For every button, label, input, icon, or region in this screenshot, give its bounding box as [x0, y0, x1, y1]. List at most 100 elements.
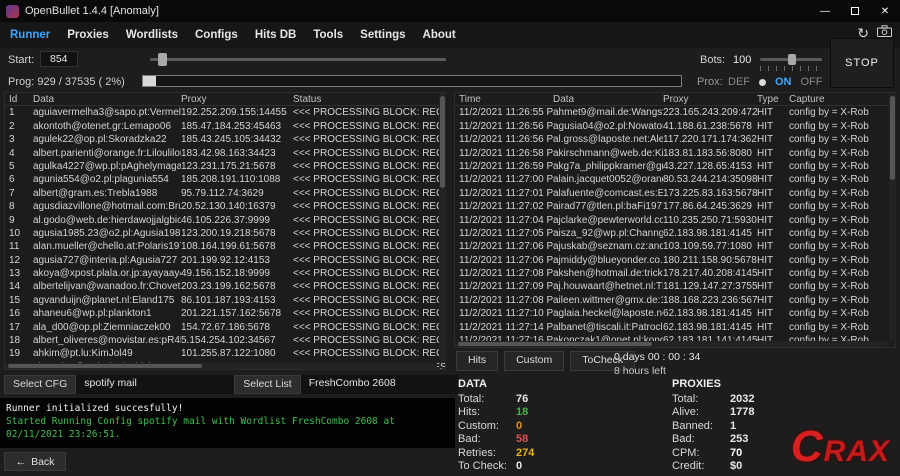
- table-row[interactable]: 5agulka4227@wp.pl:pAghelymaga4227123.231…: [5, 160, 445, 173]
- table-row[interactable]: 11/2/2021 11:27:02 PMairad77@tlen.pl:baF…: [455, 200, 895, 213]
- menu-item-configs[interactable]: Configs: [195, 29, 238, 41]
- table-row[interactable]: 2akontoth@otenet.gr:Lemapo06185.47.184.2…: [5, 120, 445, 133]
- table-row[interactable]: 11/2/2021 11:27:08 PMakshen@hotmail.de:t…: [455, 267, 895, 280]
- back-button-label: Back: [31, 456, 54, 468]
- select-config-button[interactable]: Select CFG: [4, 375, 76, 394]
- table-row[interactable]: 10agusia1985.23@o2.pl:Agusia1985123.200.…: [5, 227, 445, 240]
- table-row[interactable]: 3agulek22@op.pl:Skoradzka22185.43.245.10…: [5, 133, 445, 146]
- left-table-scroll-thumb[interactable]: [440, 96, 445, 188]
- start-value-field[interactable]: 854: [40, 51, 78, 67]
- table-row[interactable]: 18albert_oliveres@movistar.es:pR4MIt5.15…: [5, 334, 445, 347]
- runner-bots-table: IdDataProxyStatus1aguiavermelha3@sapo.pt…: [4, 92, 446, 370]
- select-wordlist-button[interactable]: Select List: [234, 375, 300, 394]
- table-row[interactable]: 16ahaneu6@wp.pl:plankton1201.221.157.162…: [5, 307, 445, 320]
- progress-bar: [142, 75, 682, 87]
- maximize-icon[interactable]: [840, 0, 870, 22]
- table-row[interactable]: 15agvanduijn@planet.nl:Eland17586.101.18…: [5, 294, 445, 307]
- table-row[interactable]: 11/2/2021 11:26:56 PMal.gross@laposte.ne…: [455, 133, 895, 146]
- left-table-vertical-scrollbar[interactable]: [439, 93, 446, 363]
- elapsed-timer: 0 days 00 : 00 : 34: [614, 351, 700, 363]
- stop-button[interactable]: STOP: [830, 38, 894, 88]
- table-row[interactable]: 9al.godo@web.de:hierdawojjalgbio46.105.2…: [5, 214, 445, 227]
- table-row[interactable]: 11/2/2021 11:27:09 PMaj.houwaart@hetnet.…: [455, 280, 895, 293]
- menu-item-hits-db[interactable]: Hits DB: [255, 29, 297, 41]
- custom-button[interactable]: Custom: [504, 351, 564, 371]
- table-row[interactable]: 11alan.mueller@chello.at:Polaris1976108.…: [5, 240, 445, 253]
- log-line: Runner initialized succesfully!: [6, 402, 449, 415]
- hits-table-horizontal-scrollbar[interactable]: [455, 341, 887, 347]
- menu-item-about[interactable]: About: [423, 29, 456, 41]
- table-header: TimeDataProxyTypeCapture: [455, 93, 895, 106]
- menu-item-wordlists[interactable]: Wordlists: [126, 29, 178, 41]
- table-row[interactable]: 11/2/2021 11:27:06 PMajuskab@seznam.cz:a…: [455, 240, 895, 253]
- hits-table-hscroll-thumb[interactable]: [458, 342, 652, 346]
- crax-watermark: CRAX: [791, 422, 890, 472]
- start-label: Start:: [8, 54, 34, 66]
- stat-alive: Alive:1778: [672, 406, 754, 420]
- menu-item-tools[interactable]: Tools: [313, 29, 343, 41]
- menu-item-settings[interactable]: Settings: [360, 29, 405, 41]
- hits-button[interactable]: Hits: [456, 351, 498, 371]
- table-row[interactable]: 1aguiavermelha3@sapo.pt:Vermelha...192.2…: [5, 106, 445, 119]
- stat-bad: Bad:58: [458, 433, 534, 447]
- left-table-horizontal-scrollbar[interactable]: [5, 363, 437, 369]
- selected-config-value[interactable]: spotify mail: [76, 375, 234, 394]
- hits-table: TimeDataProxyTypeCapture11/2/2021 11:26:…: [454, 92, 896, 348]
- table-row[interactable]: 12agusia727@interia.pl:Agusia727201.199.…: [5, 254, 445, 267]
- hits-table-vertical-scrollbar[interactable]: [889, 93, 896, 341]
- proxy-mode-def[interactable]: DEF: [728, 76, 750, 88]
- runner-log: Runner initialized succesfully!Started R…: [0, 398, 455, 448]
- menu-bar: Runner Proxies Wordlists Configs Hits DB Tool…: [0, 22, 900, 48]
- log-line: Started Running Config spotify mail with…: [6, 415, 449, 441]
- table-row[interactable]: 11/2/2021 11:26:59 PMakg7a_philippkramer…: [455, 160, 895, 173]
- table-row[interactable]: 6agunia554@o2.pl:plagunia554185.208.191.…: [5, 173, 445, 186]
- proxy-mode-on[interactable]: ON: [775, 76, 792, 88]
- stat-cpm: CPM:70: [672, 447, 754, 461]
- eta-label: 8 hours left: [614, 365, 666, 377]
- hits-table-scroll-thumb[interactable]: [890, 96, 895, 180]
- stat-hits: Hits:18: [458, 406, 534, 420]
- start-slider-thumb[interactable]: [158, 53, 167, 66]
- close-icon[interactable]: ✕: [870, 0, 900, 22]
- back-button[interactable]: ← Back: [4, 452, 66, 471]
- table-row[interactable]: 13akoya@xpost.plala.or.jp:ayayaay449.156…: [5, 267, 445, 280]
- table-row[interactable]: 19ahkim@pt.lu:KimJol49101.255.87.122:108…: [5, 347, 445, 360]
- table-row[interactable]: 4albert.parienti@orange.fr:Liloulilou118…: [5, 147, 445, 160]
- proxy-mode-off[interactable]: OFF: [801, 76, 823, 88]
- selected-wordlist-value[interactable]: FreshCombo 2608: [301, 375, 459, 394]
- table-row[interactable]: 11/2/2021 11:27:14 PMalbanet@tiscali.it:…: [455, 321, 895, 334]
- table-row[interactable]: 17ala_d00@op.pl:Ziemniaczek00154.72.67.1…: [5, 321, 445, 334]
- table-row[interactable]: 11/2/2021 11:26:55 PMahmet9@mail.de:Wang…: [455, 106, 895, 119]
- table-row[interactable]: 7albert@gram.es:Trebla198895.79.112.74:3…: [5, 187, 445, 200]
- table-row[interactable]: 11/2/2021 11:27:04 PMajclarke@pewterworl…: [455, 214, 895, 227]
- table-row[interactable]: 14albertelijvan@wanadoo.fr:Chovet.4...20…: [5, 280, 445, 293]
- proxy-mode-toggle: DEF ON OFF: [728, 76, 823, 88]
- left-table-hscroll-thumb[interactable]: [8, 364, 202, 368]
- minimize-icon[interactable]: —: [810, 0, 840, 22]
- table-row[interactable]: 11/2/2021 11:27:00 PMalain.jacquet0052@o…: [455, 173, 895, 186]
- table-row[interactable]: 11/2/2021 11:26:56 PMagusia04@o2.pl:Nowa…: [455, 120, 895, 133]
- menu-item-proxies[interactable]: Proxies: [67, 29, 109, 41]
- progress-bar-fill: [143, 76, 156, 86]
- config-selectors: Select CFG spotify mail Select List Fres…: [4, 375, 459, 394]
- window-title: OpenBullet 1.4.4 [Anomaly]: [25, 5, 159, 17]
- stat-total: Total:2032: [672, 393, 754, 407]
- menu-item-runner[interactable]: Runner: [10, 29, 50, 41]
- table-row[interactable]: 11/2/2021 11:27:10 PMaglaia.heckel@lapos…: [455, 307, 895, 320]
- progress-label: Prog: 929 / 37535 ( 2%): [8, 76, 125, 88]
- stat-retries: Retries:274: [458, 447, 534, 461]
- table-row[interactable]: 11/2/2021 11:27:05 PMaisza_92@wp.pl:Chan…: [455, 227, 895, 240]
- start-slider[interactable]: [150, 58, 446, 61]
- table-row[interactable]: 11/2/2021 11:27:06 PMajmiddy@blueyonder.…: [455, 254, 895, 267]
- back-arrow-icon: ←: [16, 456, 27, 468]
- table-row[interactable]: 11/2/2021 11:26:58 PMakirschmann@web.de:…: [455, 147, 895, 160]
- table-header: IdDataProxyStatus: [5, 93, 445, 106]
- proxy-mode-indicator-dot[interactable]: [759, 79, 766, 86]
- bots-slider[interactable]: [760, 58, 822, 61]
- table-row[interactable]: 8agusdiazvillone@hotmail.com:Brun20.52.1…: [5, 200, 445, 213]
- proxy-stats-panel: PROXIES Total:2032Alive:1778Banned:1Bad:…: [672, 378, 754, 474]
- bots-slider-thumb[interactable]: [788, 54, 796, 65]
- table-row[interactable]: 11/2/2021 11:27:01 PMalafuente@comcast.e…: [455, 187, 895, 200]
- table-row[interactable]: 11/2/2021 11:27:08 PMaileen.wittmer@gmx.…: [455, 294, 895, 307]
- app-icon: [6, 5, 19, 18]
